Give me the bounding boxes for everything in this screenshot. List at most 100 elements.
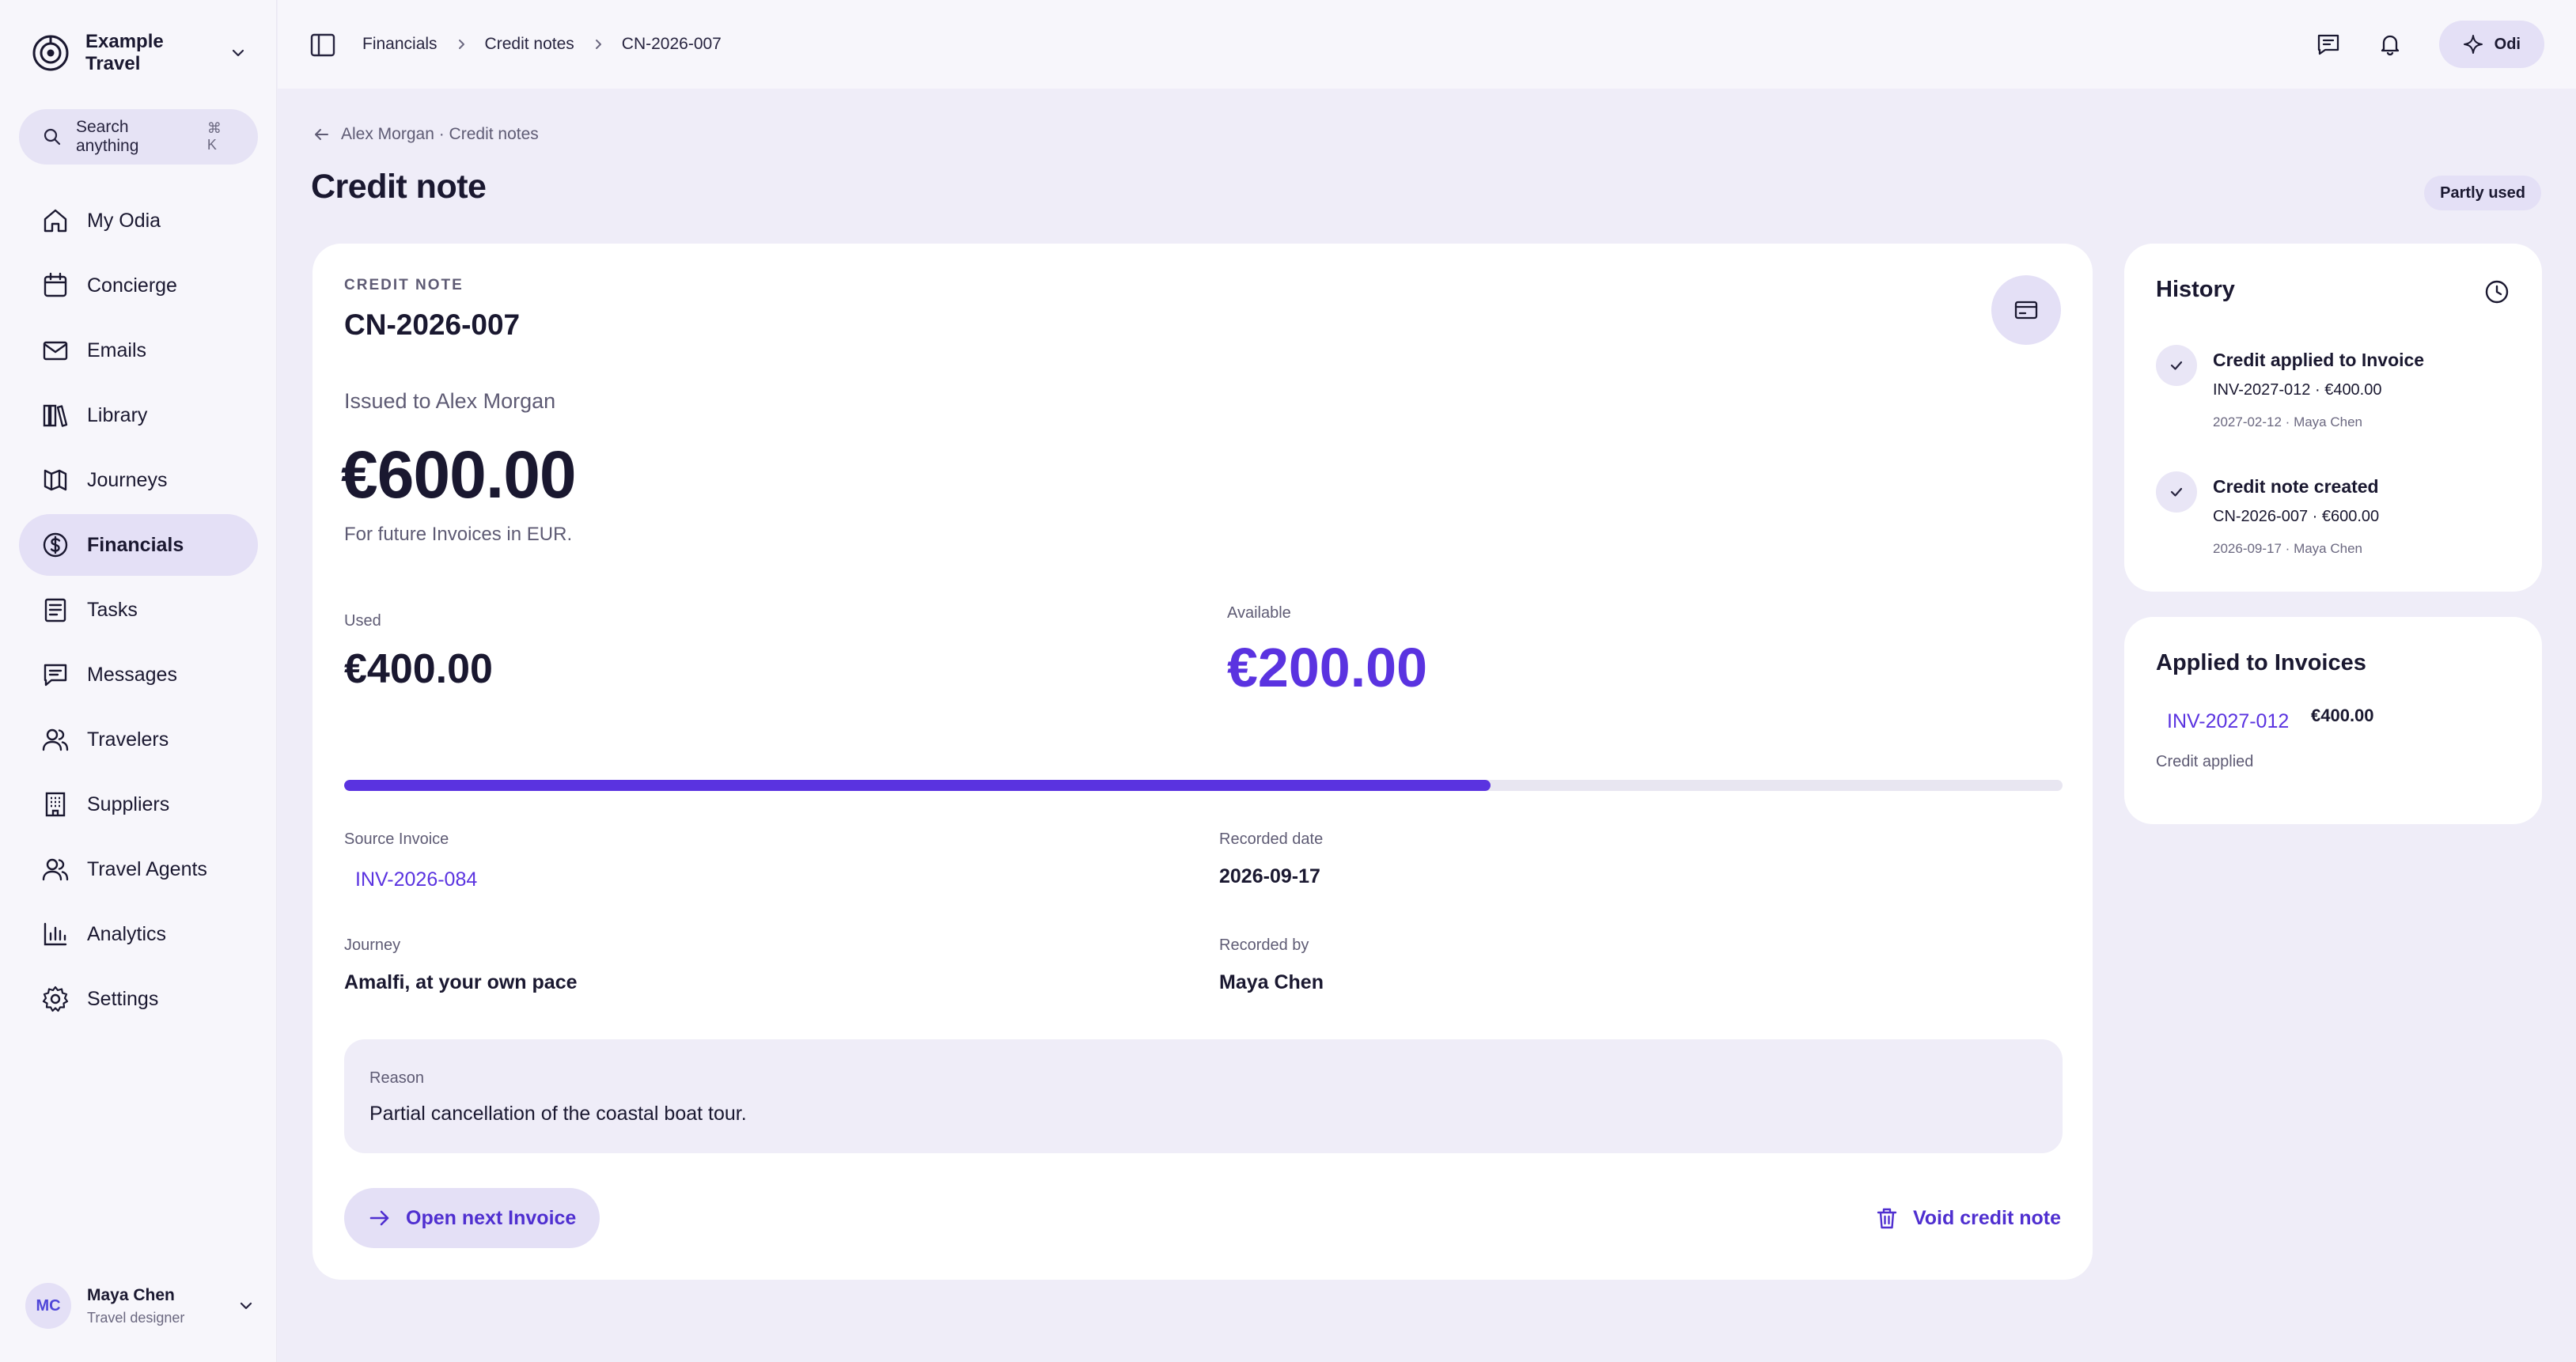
void-credit-note-label: Void credit note bbox=[1912, 1206, 2061, 1229]
search-input[interactable]: Search anything ⌘ K bbox=[19, 109, 258, 165]
sidebar-toggle-icon[interactable] bbox=[309, 32, 336, 59]
journeys-icon bbox=[41, 466, 70, 494]
history-card: History Credit applied to Invoice INV-20… bbox=[2124, 244, 2542, 592]
sidebar-item-journeys[interactable]: Journeys bbox=[19, 449, 258, 511]
user-name: Maya Chen bbox=[87, 1285, 175, 1304]
open-next-invoice-button[interactable]: Open next Invoice bbox=[344, 1188, 600, 1248]
reason-box: Reason Partial cancellation of the coast… bbox=[344, 1039, 2063, 1153]
user-menu[interactable]: MC Maya Chen Travel designer bbox=[25, 1278, 255, 1334]
sidebar-item-suppliers[interactable]: Suppliers bbox=[19, 774, 258, 835]
recorded-by-label: Recorded by bbox=[1219, 936, 1309, 954]
sidebar-item-travel-agents[interactable]: Travel Agents bbox=[19, 838, 258, 900]
sidebar-item-settings[interactable]: Settings bbox=[19, 968, 258, 1030]
search-icon bbox=[43, 127, 62, 146]
open-next-invoice-label: Open next Invoice bbox=[406, 1206, 577, 1229]
building-icon bbox=[41, 790, 70, 819]
sidebar-item-financials[interactable]: Financials bbox=[19, 514, 258, 576]
sidebar: Example Travel Search anything ⌘ K My Od… bbox=[0, 0, 277, 1362]
recorded-date: 2026-09-17 bbox=[1219, 865, 1320, 887]
dollar-icon bbox=[41, 531, 70, 559]
workspace-switcher[interactable]: Example Travel bbox=[32, 31, 253, 74]
chat-icon[interactable] bbox=[2316, 32, 2341, 57]
applied-invoice-note: Credit applied bbox=[2156, 753, 2254, 770]
used-value: €400.00 bbox=[344, 646, 493, 692]
agents-icon bbox=[41, 855, 70, 883]
users-icon bbox=[41, 725, 70, 754]
history-item-meta: 2026-09-17 · Maya Chen bbox=[2213, 541, 2363, 556]
sidebar-item-label: Analytics bbox=[87, 922, 167, 945]
history-title: History bbox=[2156, 277, 2235, 302]
history-item-title: Credit applied to Invoice bbox=[2213, 350, 2425, 370]
applied-invoice-link[interactable]: INV-2027-012 bbox=[2167, 710, 2289, 733]
search-shortcut: ⌘ K bbox=[206, 120, 222, 153]
page-title: Credit note bbox=[311, 168, 487, 206]
assistant-label: Odi bbox=[2494, 35, 2521, 53]
arrow-right-icon bbox=[368, 1206, 392, 1230]
breadcrumb: Financials Credit notes CN-2026-007 bbox=[362, 0, 722, 89]
check-icon bbox=[2156, 345, 2197, 386]
credit-amount: €600.00 bbox=[341, 437, 577, 512]
mail-icon bbox=[41, 336, 70, 365]
void-credit-note-button[interactable]: Void credit note bbox=[1875, 1188, 2061, 1248]
reason-text: Partial cancellation of the coastal boat… bbox=[369, 1103, 747, 1125]
clock-icon[interactable] bbox=[2483, 278, 2510, 305]
sidebar-item-label: Tasks bbox=[87, 598, 138, 621]
search-placeholder: Search anything bbox=[76, 118, 139, 155]
journey-value: Amalfi, at your own pace bbox=[344, 971, 578, 993]
sidebar-item-travelers[interactable]: Travelers bbox=[19, 709, 258, 770]
sidebar-item-tasks[interactable]: Tasks bbox=[19, 579, 258, 641]
applied-invoices-card: Applied to Invoices INV-2027-012 €400.00… bbox=[2124, 617, 2542, 824]
sidebar-item-analytics[interactable]: Analytics bbox=[19, 903, 258, 965]
user-info: Maya Chen Travel designer bbox=[87, 1286, 184, 1326]
top-actions: Odi bbox=[2316, 21, 2544, 68]
history-item-detail: INV-2027-012 · €400.00 bbox=[2213, 381, 2382, 399]
back-link-label: Alex Morgan · Credit notes bbox=[341, 125, 539, 143]
chart-icon bbox=[41, 920, 70, 948]
top-bar: Financials Credit notes CN-2026-007 Odi bbox=[278, 0, 2576, 89]
sidebar-item-emails[interactable]: Emails bbox=[19, 320, 258, 381]
tasks-icon bbox=[41, 596, 70, 624]
messages-icon bbox=[41, 660, 70, 689]
breadcrumb-current: CN-2026-007 bbox=[621, 35, 722, 53]
sidebar-item-label: Concierge bbox=[87, 274, 177, 297]
sidebar-item-label: Emails bbox=[87, 339, 147, 361]
assistant-button[interactable]: Odi bbox=[2438, 21, 2544, 68]
source-invoice-link[interactable]: INV-2026-084 bbox=[355, 868, 477, 891]
breadcrumb-credit-notes[interactable]: Credit notes bbox=[485, 35, 574, 54]
sidebar-item-label: Travel Agents bbox=[87, 857, 207, 880]
breadcrumb-financials[interactable]: Financials bbox=[362, 35, 438, 54]
back-link[interactable]: Alex Morgan · Credit notes bbox=[313, 125, 539, 144]
available-value: €200.00 bbox=[1227, 637, 1428, 698]
trash-icon bbox=[1875, 1206, 1899, 1230]
sidebar-item-concierge[interactable]: Concierge bbox=[19, 255, 258, 316]
sidebar-nav: My Odia Concierge Emails Library Journey… bbox=[19, 190, 258, 1033]
recorded-by: Maya Chen bbox=[1219, 971, 1324, 993]
sidebar-item-my-odia[interactable]: My Odia bbox=[19, 190, 258, 252]
sidebar-item-label: Journeys bbox=[87, 468, 168, 491]
user-role: Travel designer bbox=[87, 1309, 185, 1326]
sidebar-item-library[interactable]: Library bbox=[19, 384, 258, 446]
applied-invoices-title: Applied to Invoices bbox=[2156, 650, 2366, 675]
source-invoice-label: Source Invoice bbox=[344, 830, 449, 848]
used-label: Used bbox=[344, 612, 381, 630]
sidebar-item-messages[interactable]: Messages bbox=[19, 644, 258, 706]
chevron-down-icon bbox=[237, 1297, 255, 1315]
applied-invoice-amount: €400.00 bbox=[2311, 706, 2374, 725]
sidebar-item-label: Library bbox=[87, 403, 148, 426]
chevron-right-icon bbox=[455, 38, 468, 51]
arrow-left-icon bbox=[313, 126, 330, 143]
workspace-logo-icon bbox=[32, 34, 70, 72]
credit-note-eyebrow: CREDIT NOTE bbox=[344, 277, 464, 293]
library-icon bbox=[41, 401, 70, 429]
reason-label: Reason bbox=[369, 1069, 424, 1087]
history-item-detail: CN-2026-007 · €600.00 bbox=[2213, 508, 2380, 525]
usage-progress-fill bbox=[344, 780, 1491, 791]
workspace-name: Example Travel bbox=[85, 31, 164, 74]
sidebar-item-label: My Odia bbox=[87, 209, 161, 232]
credit-note-card: CREDIT NOTE CN-2026-007 Issued to Alex M… bbox=[313, 244, 2093, 1280]
bell-icon[interactable] bbox=[2377, 32, 2403, 57]
history-item-meta: 2027-02-12 · Maya Chen bbox=[2213, 414, 2363, 429]
credit-note-number: CN-2026-007 bbox=[344, 308, 521, 341]
status-badge: Partly used bbox=[2424, 176, 2541, 210]
main-content: Alex Morgan · Credit notes Credit note P… bbox=[278, 89, 2576, 1362]
